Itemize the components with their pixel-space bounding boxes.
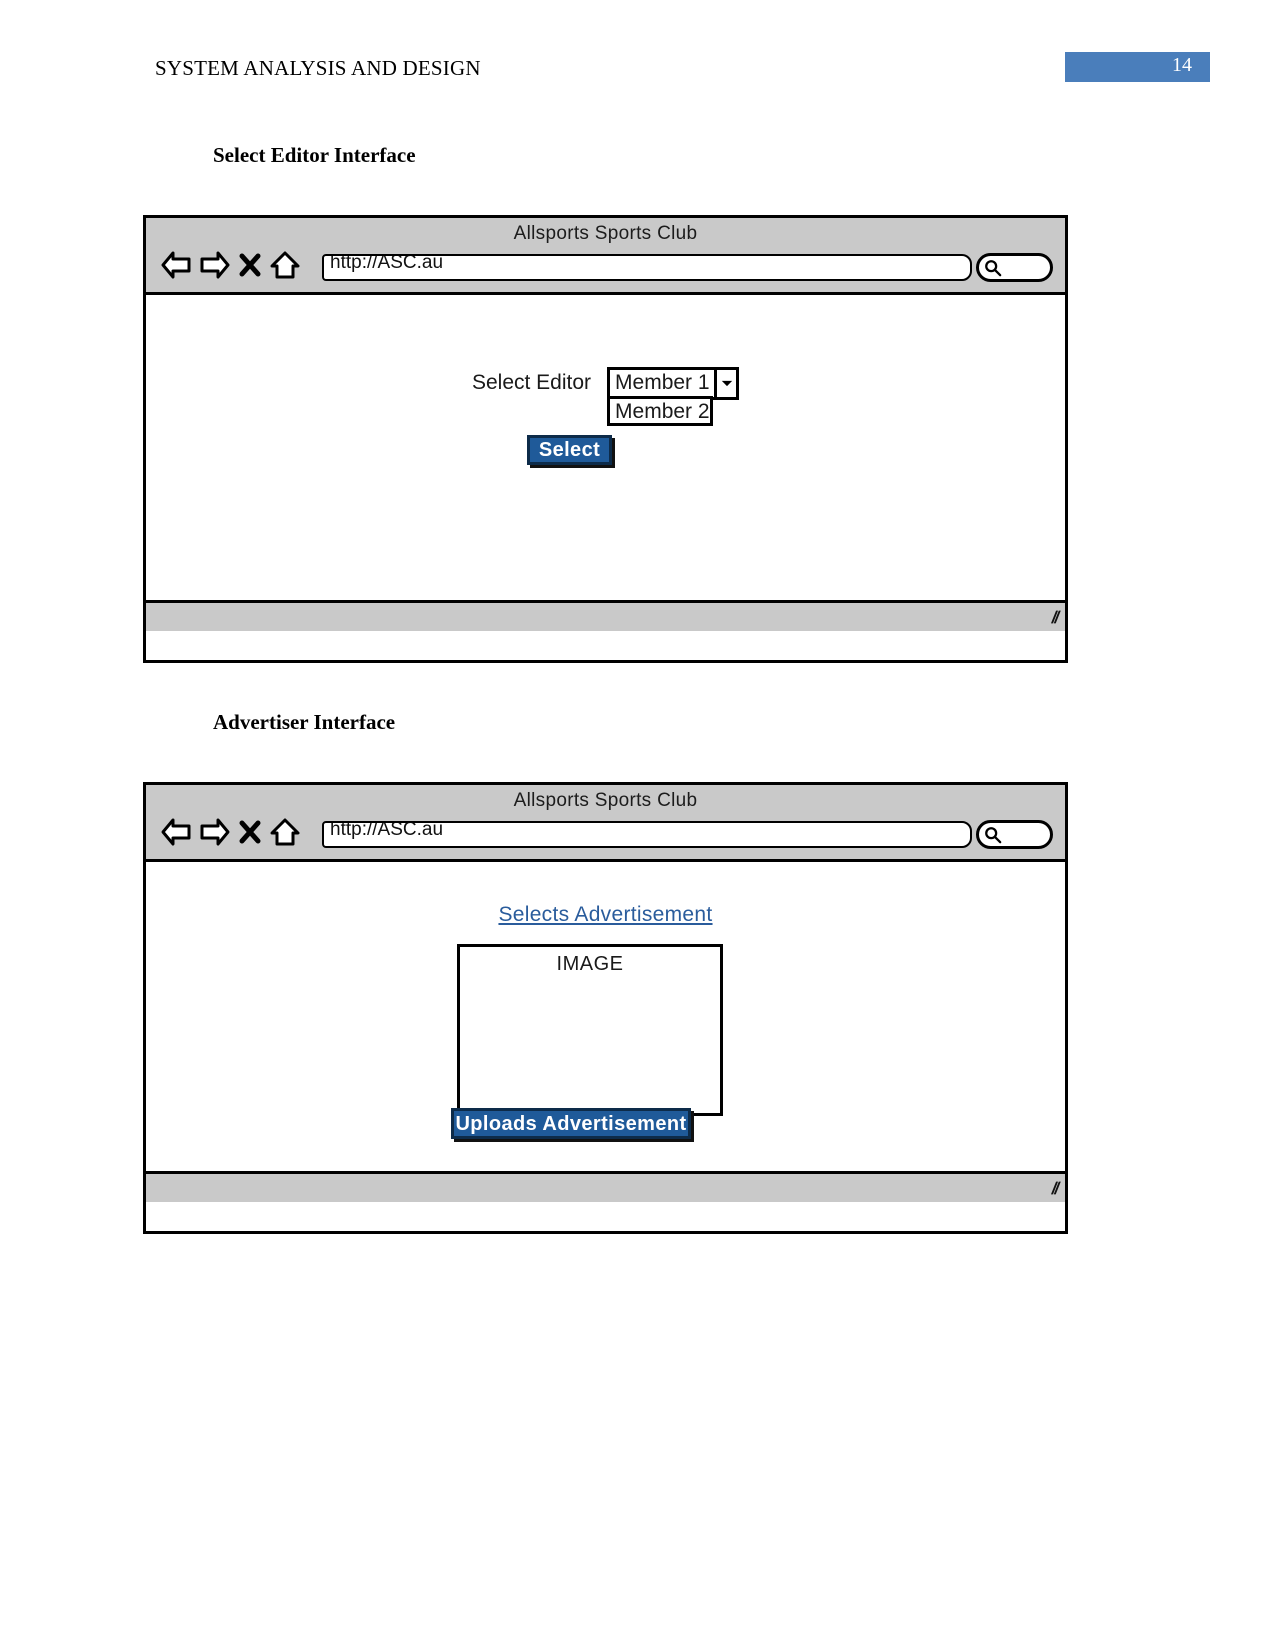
editor-dropdown[interactable]: Member 1 Member 2 — [607, 367, 740, 426]
section-caption-select-editor: Select Editor Interface — [213, 143, 416, 167]
page-number-badge: 14 — [1065, 52, 1210, 82]
uploads-advertisement-button[interactable]: Uploads Advertisement — [451, 1108, 691, 1139]
url-input-value: http://ASC.au — [330, 254, 444, 273]
home-icon[interactable] — [269, 817, 301, 847]
url-input[interactable]: http://ASC.au — [322, 821, 972, 848]
browser-status-bar: // — [146, 1171, 1065, 1202]
browser-chrome: Allsports Sports Club http://ASC.au — [146, 785, 1065, 862]
browser-viewport: Select Editor Member 1 Member 2 Select — [146, 295, 1065, 600]
browser-chrome: Allsports Sports Club http://ASC.au — [146, 218, 1065, 295]
search-icon — [984, 826, 1002, 849]
forward-arrow-icon[interactable] — [199, 250, 231, 280]
select-editor-label: Select Editor — [471, 371, 592, 394]
browser-viewport: Selects Advertisement IMAGE Uploads Adve… — [146, 862, 1065, 1171]
editor-dropdown-option-member-2[interactable]: Member 2 — [607, 396, 713, 426]
close-x-icon[interactable] — [238, 819, 262, 845]
browser-status-bar: // — [146, 600, 1065, 631]
url-input-value: http://ASC.au — [330, 821, 444, 840]
select-editor-form: Select Editor Member 1 Member 2 — [146, 367, 1065, 426]
browser-mockup-advertiser: Allsports Sports Club http://ASC.au Sele… — [143, 782, 1068, 1234]
document-header: SYSTEM ANALYSIS AND DESIGN 14 — [0, 52, 1275, 92]
browser-toolbar — [160, 817, 301, 847]
window-title: Allsports Sports Club — [513, 223, 698, 244]
image-placeholder-label: IMAGE — [556, 953, 624, 975]
selects-advertisement-link[interactable]: Selects Advertisement — [146, 903, 1065, 927]
back-arrow-icon[interactable] — [160, 817, 192, 847]
section-caption-advertiser: Advertiser Interface — [213, 710, 396, 734]
select-button[interactable]: Select — [527, 435, 612, 465]
search-input[interactable] — [976, 253, 1053, 282]
close-x-icon[interactable] — [238, 252, 262, 278]
home-icon[interactable] — [269, 250, 301, 280]
resize-grip-icon[interactable]: // — [1049, 608, 1059, 628]
url-input[interactable]: http://ASC.au — [322, 254, 972, 281]
advertisement-image-placeholder[interactable]: IMAGE — [457, 944, 723, 1116]
resize-grip-icon[interactable]: // — [1049, 1179, 1059, 1199]
browser-mockup-select-editor: Allsports Sports Club http://ASC.au Sele… — [143, 215, 1068, 663]
back-arrow-icon[interactable] — [160, 250, 192, 280]
search-icon — [984, 259, 1002, 282]
search-input[interactable] — [976, 820, 1053, 849]
document-header-title: SYSTEM ANALYSIS AND DESIGN — [155, 56, 481, 80]
chevron-down-icon[interactable] — [714, 367, 740, 400]
browser-toolbar — [160, 250, 301, 280]
forward-arrow-icon[interactable] — [199, 817, 231, 847]
window-title: Allsports Sports Club — [513, 790, 698, 811]
